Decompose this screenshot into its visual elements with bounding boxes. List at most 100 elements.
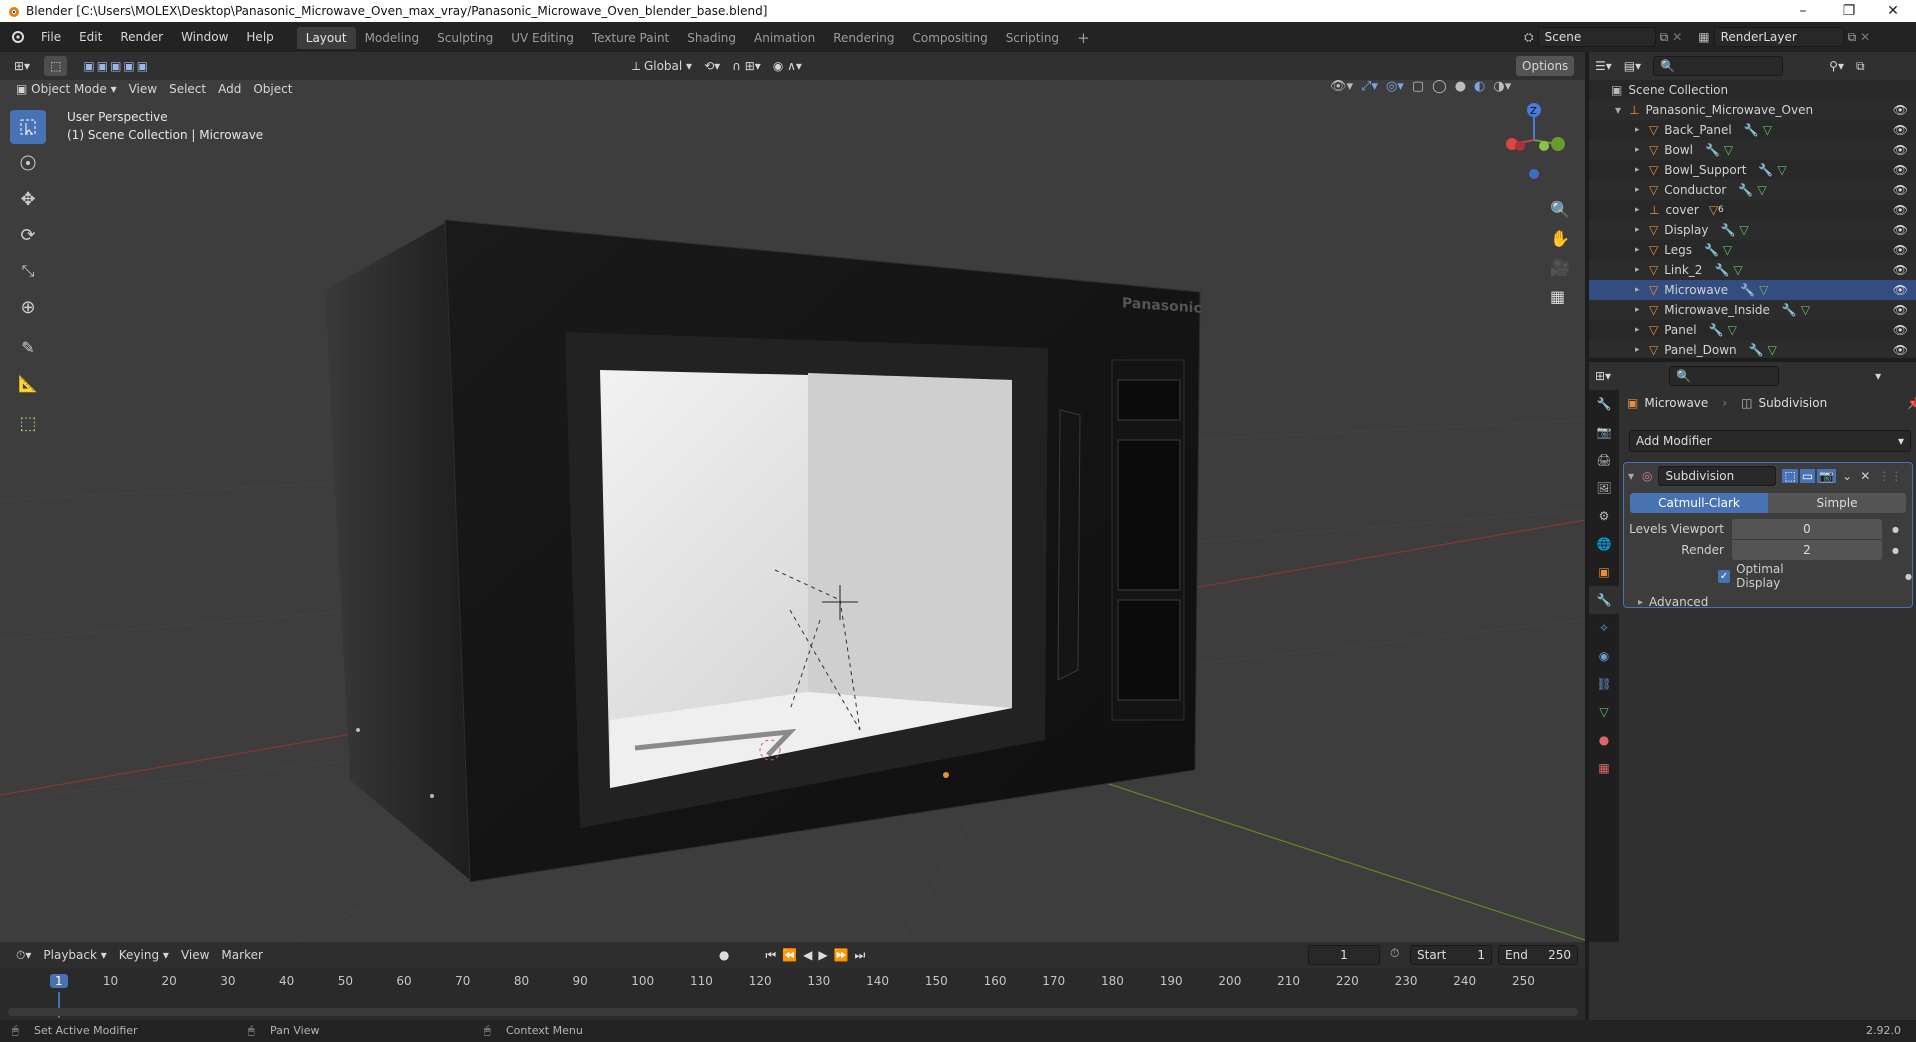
remove-modifier-icon[interactable]: ✕ [1860, 469, 1870, 483]
shading-rendered-icon[interactable]: ◑▾ [1493, 79, 1511, 94]
outliner-object-row[interactable]: ▸ ▽ Conductor 🔧 ▽ 👁 [1589, 180, 1916, 200]
menu-edit[interactable]: Edit [70, 22, 111, 52]
viewport-menu-view[interactable]: View [123, 79, 163, 99]
preview-range-icon[interactable]: ⏱ [1390, 946, 1399, 961]
render-layer-selector[interactable]: RenderLayer [1713, 27, 1844, 47]
viewport-toggle-icon[interactable]: ▭ [1799, 469, 1816, 483]
outliner-editor-icon[interactable]: ☰▾ [1589, 56, 1618, 76]
ortho-grid-icon[interactable]: ▦ [1550, 287, 1570, 306]
object-tab-icon[interactable]: ▣ [1589, 558, 1619, 586]
drag-handle-icon[interactable]: ⋮⋮ [1878, 469, 1902, 483]
tab-texture-paint[interactable]: Texture Paint [583, 27, 678, 49]
shading-solid-icon[interactable]: ● [1455, 79, 1466, 94]
expand-arrow-icon[interactable]: ▸ [1635, 185, 1649, 195]
expand-arrow-icon[interactable]: ▸ [1635, 345, 1649, 355]
scene-selector[interactable]: Scene [1537, 27, 1656, 47]
object-mode-dropdown[interactable]: ▣ Object Mode ▾ [10, 79, 123, 99]
world-tab-icon[interactable]: 🌐 [1589, 530, 1619, 558]
visibility-eye-icon[interactable]: 👁 [1893, 103, 1908, 117]
render-tab-icon[interactable]: 📷 [1589, 418, 1619, 446]
view-layer-icon[interactable]: ▦ [1698, 30, 1709, 44]
proportional-edit-icon[interactable]: ◉ ∧▾ [767, 56, 808, 76]
material-tab-icon[interactable]: ● [1589, 726, 1619, 754]
close-window-button[interactable]: ✕ [1870, 0, 1916, 22]
expand-arrow-icon[interactable]: ▸ [1635, 305, 1649, 315]
select-tool[interactable] [10, 110, 46, 144]
restore-button[interactable]: ❐ [1826, 0, 1872, 22]
options-button[interactable]: Options [1516, 56, 1575, 76]
outliner-object-row[interactable]: ▸ ▽ Panel_Down 🔧 ▽ 👁 [1589, 340, 1916, 358]
tab-modeling[interactable]: Modeling [356, 27, 429, 49]
modifier-name-field[interactable]: Subdivision [1658, 466, 1777, 486]
new-layer-icon[interactable]: ⧉ [1848, 30, 1857, 45]
record-icon[interactable]: ● [719, 948, 729, 962]
visibility-eye-icon[interactable]: 👁 [1893, 323, 1908, 337]
outliner-object-row[interactable]: ▸ ⊥ cover ▽ 6 👁 [1589, 200, 1916, 220]
levels-viewport-field[interactable]: 0 [1732, 519, 1882, 539]
timeline-scrollbar[interactable] [8, 1008, 1578, 1016]
output-tab-icon[interactable]: 🖨 [1589, 446, 1619, 474]
outliner-object-row[interactable]: ▸ ▽ Microwave 🔧 ▽ 👁 [1589, 280, 1916, 300]
properties-search-input[interactable]: 🔍 [1669, 366, 1780, 386]
cursor-tool[interactable] [10, 146, 46, 180]
outliner-scene-collection[interactable]: ▣ Scene Collection [1589, 80, 1916, 100]
move-tool[interactable]: ✥ [10, 182, 46, 216]
timeline-menu-playback[interactable]: Playback ▾ [37, 945, 112, 965]
particles-tab-icon[interactable]: ✧ [1589, 614, 1619, 642]
expand-arrow-icon[interactable]: ▸ [1635, 165, 1649, 175]
visibility-eye-icon[interactable]: 👁 [1893, 223, 1908, 237]
shading-wireframe-icon[interactable]: ◯ [1432, 79, 1447, 94]
blender-menu-icon[interactable] [10, 29, 24, 46]
tab-layout[interactable]: Layout [296, 27, 356, 49]
zoom-icon[interactable]: 🔍 [1550, 200, 1570, 219]
viewport-menu-select[interactable]: Select [163, 79, 212, 99]
outliner-object-row[interactable]: ▸ ▽ Bowl_Support 🔧 ▽ 👁 [1589, 160, 1916, 180]
start-frame-field[interactable]: Start 1 [1410, 945, 1492, 965]
expand-arrow-icon[interactable]: ▸ [1635, 205, 1649, 215]
advanced-subpanel[interactable]: ▸ Advanced [1624, 592, 1912, 612]
properties-options-icon[interactable]: ▾ [1869, 366, 1887, 386]
outliner-object-row[interactable]: ▸ ▽ Panel 🔧 ▽ 👁 [1589, 320, 1916, 340]
display-mode-icon[interactable]: ▤▾ [1618, 56, 1647, 76]
texture-tab-icon[interactable]: ▦ [1589, 754, 1619, 782]
pan-hand-icon[interactable]: ✋ [1550, 229, 1570, 248]
optimal-display-checkbox[interactable]: ✓ [1718, 569, 1731, 583]
outliner-object-row[interactable]: ▸ ▽ Legs 🔧 ▽ 👁 [1589, 240, 1916, 260]
visibility-eye-icon[interactable]: 👁 [1893, 263, 1908, 277]
pin-icon[interactable]: 📌 [1907, 396, 1916, 410]
collapse-arrow-icon[interactable]: ▾ [1628, 469, 1642, 483]
tab-sculpting[interactable]: Sculpting [428, 27, 502, 49]
outliner-object-row[interactable]: ▸ ▽ Link_2 🔧 ▽ 👁 [1589, 260, 1916, 280]
camera-view-icon[interactable]: 🎥 [1550, 258, 1570, 277]
expand-arrow-icon[interactable]: ▸ [1635, 285, 1649, 295]
tool-tab-icon[interactable]: 🔧 [1589, 390, 1619, 418]
expand-arrow-icon[interactable]: ▸ [1635, 125, 1649, 135]
outliner-object-row[interactable]: ▸ ▽ Back_Panel 🔧 ▽ 👁 [1589, 120, 1916, 140]
catmull-clark-button[interactable]: Catmull-Clark [1630, 493, 1768, 513]
select-box-icon[interactable]: ⬚ [44, 56, 68, 76]
playhead[interactable]: 1 [50, 974, 68, 988]
modifier-dropdown-icon[interactable]: ⌄ [1842, 469, 1852, 483]
visibility-eye-icon[interactable]: 👁 [1893, 303, 1908, 317]
add-workspace-icon[interactable]: + [1068, 27, 1099, 49]
transform-tool[interactable]: ⊕ [10, 290, 46, 324]
viewport-menu-object[interactable]: Object [247, 79, 298, 99]
menu-help[interactable]: Help [237, 22, 282, 52]
overlays-icon[interactable]: ◎▾ [1386, 79, 1404, 94]
visibility-eye-icon[interactable]: 👁 [1893, 243, 1908, 257]
expand-arrow-icon[interactable]: ▸ [1635, 145, 1649, 155]
transform-orientation-dropdown[interactable]: ⟂ Global ▾ [626, 56, 698, 76]
render-toggle-icon[interactable]: 📷 [1817, 469, 1837, 483]
rotate-tool[interactable]: ⟳ [10, 218, 46, 252]
annotate-tool[interactable]: ✎ [10, 330, 46, 364]
scene-icon[interactable]: ⛭ [1524, 30, 1534, 45]
new-scene-icon[interactable]: ⧉ [1660, 30, 1669, 45]
tab-compositing[interactable]: Compositing [903, 27, 996, 49]
xray-icon[interactable]: ▢ [1412, 79, 1424, 94]
render-levels-field[interactable]: 2 [1732, 540, 1882, 560]
add-modifier-dropdown[interactable]: Add Modifier ▾ [1629, 430, 1911, 452]
properties-editor-icon[interactable]: ⊞▾ [1589, 366, 1617, 386]
edit-mode-toggle-icon[interactable]: ⬚ [1782, 469, 1798, 483]
outliner-search-input[interactable]: 🔍 [1653, 56, 1784, 76]
tab-animation[interactable]: Animation [745, 27, 824, 49]
